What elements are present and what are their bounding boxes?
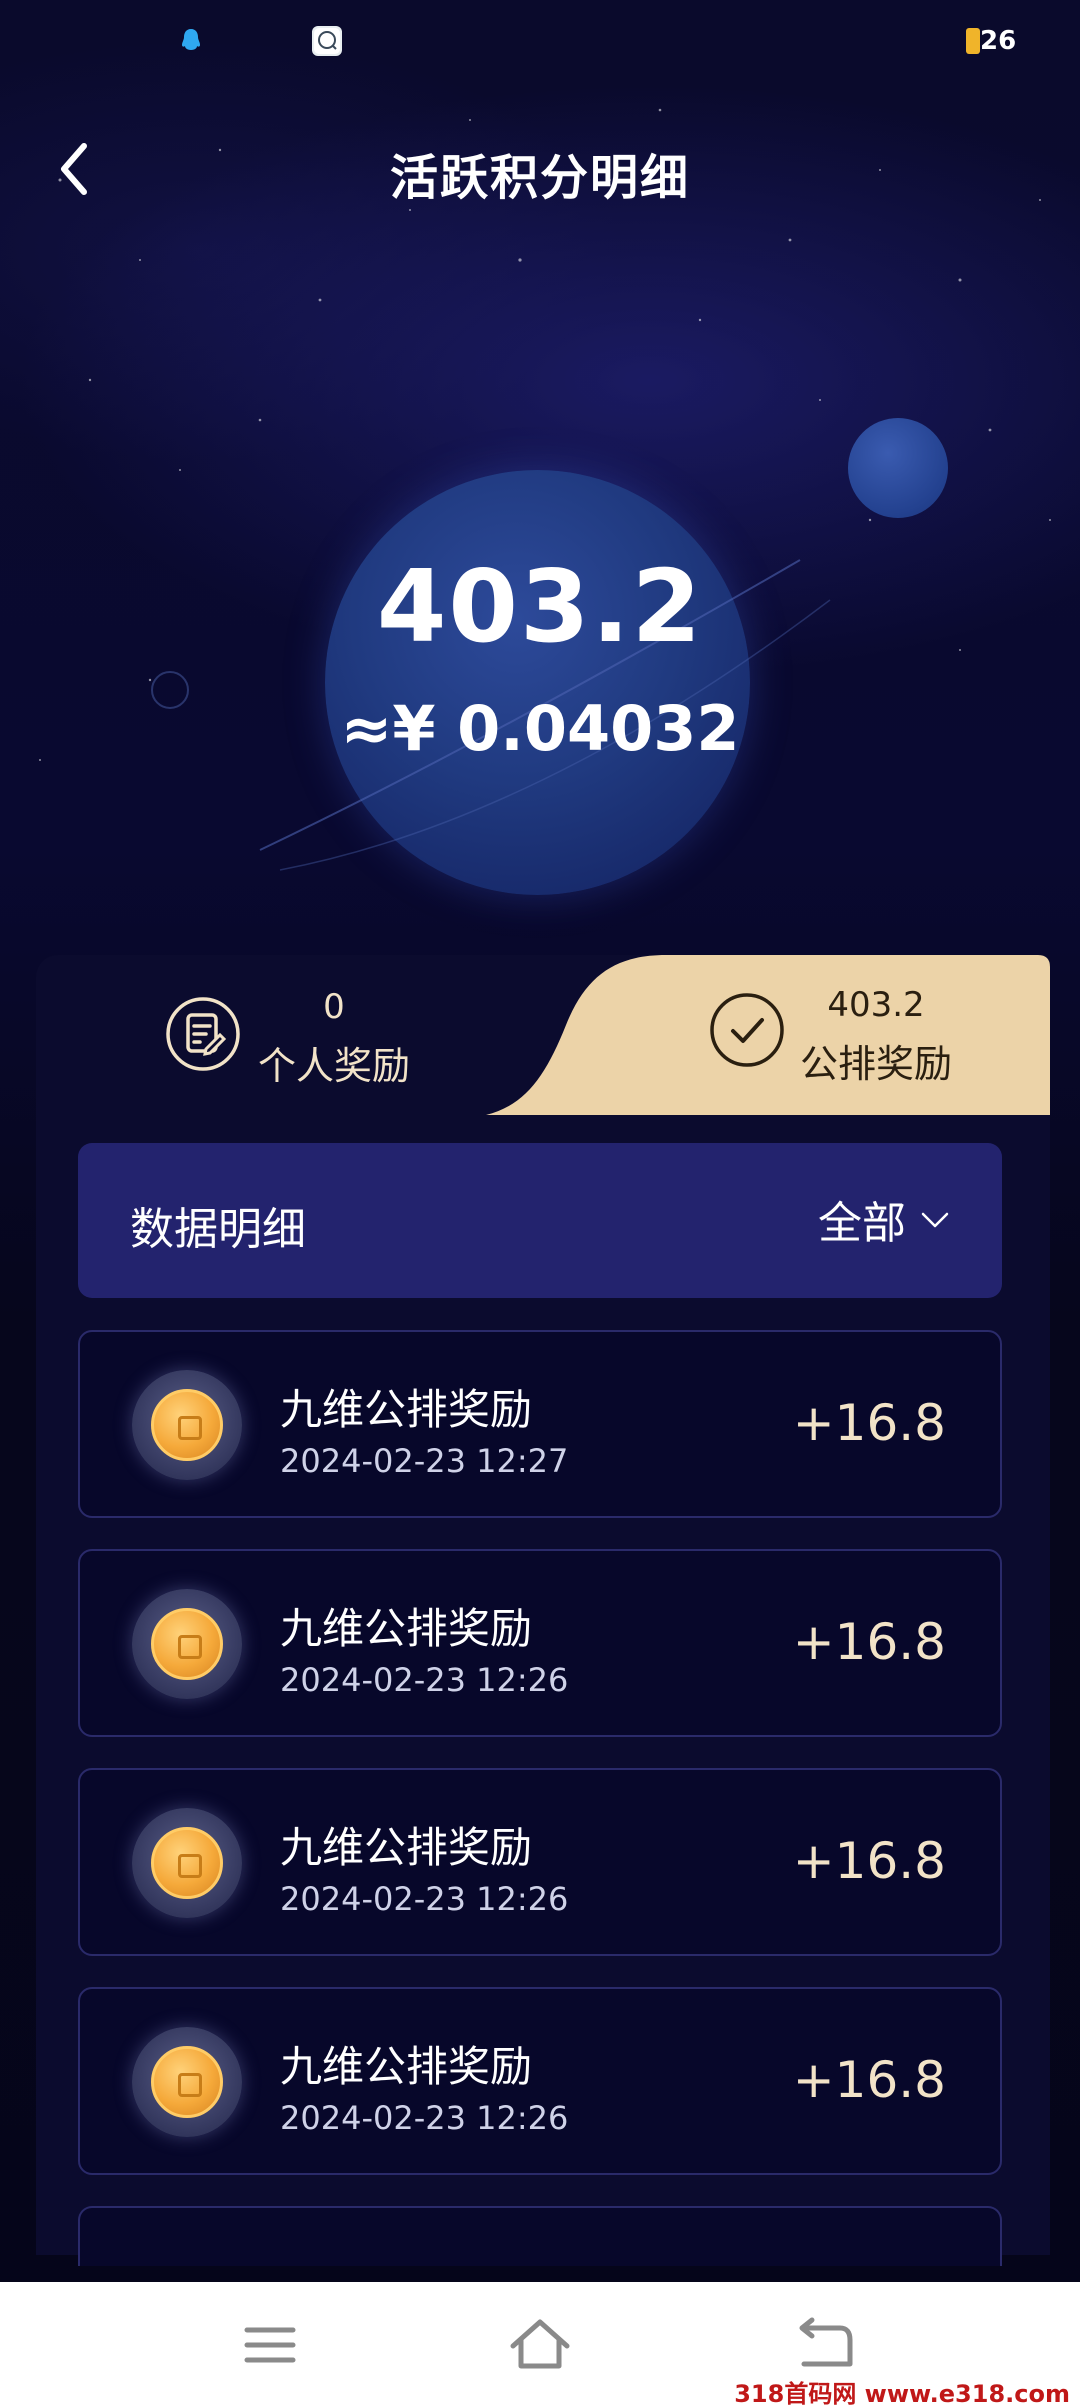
record-time: 2024-02-23 12:26 [280, 2099, 569, 2137]
page-title: 活跃积分明细 [389, 150, 690, 206]
site-watermark: 318首码网 www.e318.com [734, 2380, 1070, 2408]
data-detail-title: 数据明细 [130, 1204, 306, 1255]
coin-icon [132, 1589, 242, 1699]
coin-icon [132, 2027, 242, 2137]
tab-public-reward[interactable]: 403.2 公排奖励 [486, 955, 1050, 1115]
public-reward-count: 403.2 [827, 985, 925, 1025]
record-amount: +16.8 [792, 1832, 946, 1890]
header: 活跃积分明细 [0, 120, 1080, 220]
list-item-partial[interactable] [78, 2206, 1002, 2266]
tab-personal-reward[interactable]: 0 个人奖励 [36, 955, 536, 1115]
qq-notification-icon [182, 29, 200, 50]
record-title: 九维公排奖励 [280, 1823, 533, 1872]
rmb-equivalent: ≈¥ 0.04032 [340, 692, 740, 765]
system-navigation-bar: 318首码网 www.e318.com [0, 2282, 1080, 2408]
record-title: 九维公排奖励 [280, 1604, 533, 1653]
data-detail-header: 数据明细 全部 [78, 1143, 1002, 1298]
planet-illustration [259, 440, 831, 920]
list-item[interactable]: 九维公排奖励 2024-02-23 12:26 +16.8 [78, 1549, 1002, 1737]
record-amount: +16.8 [792, 1613, 946, 1671]
decorative-small-planet [848, 418, 948, 518]
list-item[interactable]: 九维公排奖励 2024-02-23 12:26 +16.8 [78, 1768, 1002, 1956]
return-icon[interactable] [790, 2310, 860, 2380]
record-time: 2024-02-23 12:26 [280, 1880, 569, 1918]
record-amount: +16.8 [792, 2051, 946, 2109]
points-balance: 403.2 [376, 548, 704, 665]
reward-tabs: 0 个人奖励 403.2 公排奖励 [36, 955, 1050, 1115]
public-reward-label: 公排奖励 [799, 1042, 952, 1086]
filter-dropdown[interactable]: 全部 [818, 1189, 952, 1249]
menu-icon[interactable] [235, 2310, 305, 2380]
record-title: 九维公排奖励 [280, 2042, 533, 2091]
coin-icon [132, 1370, 242, 1480]
message-notification-icon [312, 26, 342, 56]
home-icon[interactable] [505, 2310, 575, 2380]
record-time: 2024-02-23 12:26 [280, 1661, 569, 1699]
chevron-down-icon [921, 1212, 949, 1228]
record-time: 2024-02-23 12:27 [280, 1442, 569, 1480]
record-amount: +16.8 [792, 1394, 946, 1452]
battery-icon [966, 28, 980, 54]
battery-level: 26 [980, 26, 1017, 56]
status-bar: 26 [0, 0, 1080, 90]
list-item[interactable]: 九维公排奖励 2024-02-23 12:27 +16.8 [78, 1330, 1002, 1518]
coin-icon [132, 1808, 242, 1918]
record-title: 九维公排奖励 [280, 1385, 533, 1434]
list-item[interactable]: 九维公排奖励 2024-02-23 12:26 +16.8 [78, 1987, 1002, 2175]
personal-reward-label: 个人奖励 [257, 1044, 410, 1088]
screen: 26 活跃积分明细 403.2 ≈¥ 0.04032 0 个人奖励 403.2 … [0, 0, 1080, 2408]
filter-selected-value: 全部 [818, 1198, 906, 1249]
personal-reward-count: 0 [323, 987, 345, 1027]
